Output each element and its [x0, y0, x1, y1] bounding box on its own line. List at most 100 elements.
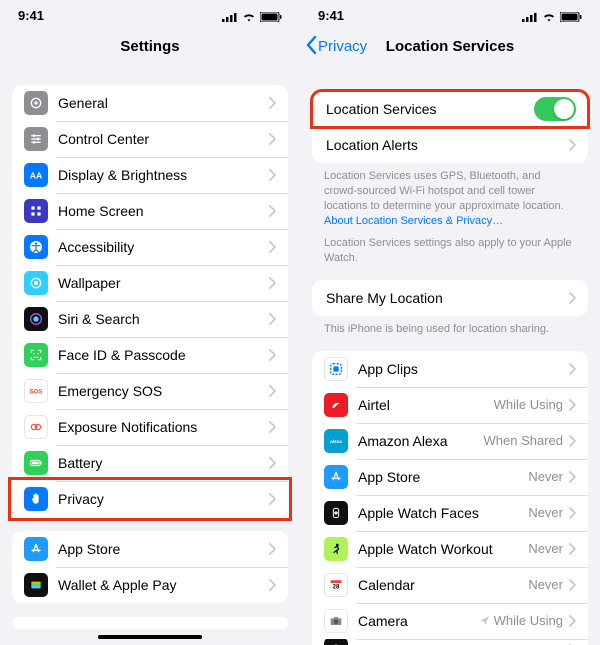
chevron-right-icon — [269, 579, 276, 591]
calendar-icon: 28 — [324, 573, 348, 597]
settings-row-privacy[interactable]: Privacy — [12, 481, 288, 517]
chevron-right-icon — [269, 97, 276, 109]
location-services-toggle[interactable] — [534, 97, 576, 121]
row-value: While Using — [494, 613, 563, 628]
page-title: Location Services — [386, 38, 514, 55]
settings-row-wallpaper[interactable]: Wallpaper — [12, 265, 288, 301]
chevron-right-icon — [269, 313, 276, 325]
app-row-apple-watch-faces[interactable]: Apple Watch Faces Never — [312, 495, 588, 531]
row-value: Never — [528, 469, 563, 484]
settings-row-emergency-sos[interactable]: SOS Emergency SOS — [12, 373, 288, 409]
clock-icon — [324, 639, 348, 645]
svg-text:alexa: alexa — [330, 439, 342, 444]
app-row-clock[interactable]: Clock Never — [312, 639, 588, 645]
settings-row-battery[interactable]: Battery — [12, 445, 288, 481]
home-indicator[interactable] — [98, 635, 202, 639]
row-label: Apple Watch Workout — [358, 541, 528, 557]
settings-row-app-store[interactable]: App Store — [12, 531, 288, 567]
location-note-2: Location Services settings also apply to… — [324, 236, 576, 266]
location-alerts-row[interactable]: Location Alerts — [312, 127, 588, 163]
app-row-amazon-alexa[interactable]: alexa Amazon Alexa When Shared — [312, 423, 588, 459]
row-label: Home Screen — [58, 203, 269, 219]
sos-icon: SOS — [24, 379, 48, 403]
row-label: Exposure Notifications — [58, 419, 269, 435]
row-label: Apple Watch Faces — [358, 505, 528, 521]
nav-bar: Privacy Location Services — [300, 27, 600, 67]
settings-row-exposure-notifications[interactable]: Exposure Notifications — [12, 409, 288, 445]
settings-group-store: App Store Wallet & Apple Pay — [12, 531, 288, 603]
chevron-right-icon — [269, 349, 276, 361]
home-icon — [24, 199, 48, 223]
chevron-left-icon — [306, 36, 317, 58]
location-content[interactable]: Location Services Location Alerts Locati… — [300, 67, 600, 645]
nav-bar: Settings — [0, 27, 300, 67]
row-value: Never — [528, 505, 563, 520]
svg-text:AA: AA — [30, 170, 43, 180]
battery-icon — [560, 8, 582, 23]
back-button[interactable]: Privacy — [306, 36, 367, 58]
chevron-right-icon — [269, 241, 276, 253]
settings-row-control-center[interactable]: Control Center — [12, 121, 288, 157]
settings-row-accessibility[interactable]: Accessibility — [12, 229, 288, 265]
settings-row-display-brightness[interactable]: AA Display & Brightness — [12, 157, 288, 193]
appstore-icon — [24, 537, 48, 561]
chevron-right-icon — [269, 543, 276, 555]
app-row-camera[interactable]: Camera While Using — [312, 603, 588, 639]
location-services-toggle-row[interactable]: Location Services — [312, 91, 588, 127]
about-location-link[interactable]: About Location Services & Privacy… — [324, 215, 503, 227]
watchfaces-icon — [324, 501, 348, 525]
wifi-icon — [542, 8, 556, 23]
airtel-icon — [324, 393, 348, 417]
row-value: While Using — [494, 397, 563, 412]
chevron-right-icon — [569, 363, 576, 375]
settings-row-home-screen[interactable]: Home Screen — [12, 193, 288, 229]
cellular-signal-icon — [222, 8, 238, 23]
alexa-icon: alexa — [324, 429, 348, 453]
display-icon: AA — [24, 163, 48, 187]
row-label: Accessibility — [58, 239, 269, 255]
row-label: Location Alerts — [326, 137, 569, 153]
app-row-app-store[interactable]: App Store Never — [312, 459, 588, 495]
location-services-screen: 9:41 Privacy Location Services Location … — [300, 0, 600, 645]
chevron-right-icon — [569, 471, 576, 483]
settings-row-general[interactable]: General — [12, 85, 288, 121]
row-label: App Store — [58, 541, 269, 557]
app-row-app-clips[interactable]: App Clips — [312, 351, 588, 387]
location-note-1: Location Services uses GPS, Bluetooth, a… — [324, 169, 576, 228]
settings-row-wallet-apple-pay[interactable]: Wallet & Apple Pay — [12, 567, 288, 603]
app-row-apple-watch-workout[interactable]: Apple Watch Workout Never — [312, 531, 588, 567]
chevron-right-icon — [269, 133, 276, 145]
location-alerts-group: Location Alerts — [312, 127, 588, 163]
row-label: Calendar — [358, 577, 528, 593]
settings-content[interactable]: General Control Center AA Display & Brig… — [0, 67, 300, 645]
chevron-right-icon — [569, 435, 576, 447]
cellular-signal-icon — [522, 8, 538, 23]
status-time: 9:41 — [18, 8, 44, 23]
chevron-right-icon — [269, 457, 276, 469]
row-label: App Store — [358, 469, 528, 485]
status-bar: 9:41 — [0, 0, 300, 27]
gear-icon — [24, 91, 48, 115]
row-value: Never — [528, 577, 563, 592]
row-label: Battery — [58, 455, 269, 471]
status-right — [522, 8, 582, 23]
chevron-right-icon — [569, 543, 576, 555]
settings-group-main: General Control Center AA Display & Brig… — [12, 85, 288, 517]
sliders-icon — [24, 127, 48, 151]
row-label: Display & Brightness — [58, 167, 269, 183]
wallet-icon — [24, 573, 48, 597]
row-label: General — [58, 95, 269, 111]
settings-group-partial — [12, 617, 288, 629]
chevron-right-icon — [569, 292, 576, 304]
accessibility-icon — [24, 235, 48, 259]
share-location-row[interactable]: Share My Location — [312, 280, 588, 316]
status-bar: 9:41 — [300, 0, 600, 27]
app-row-calendar[interactable]: 28 Calendar Never — [312, 567, 588, 603]
chevron-right-icon — [269, 169, 276, 181]
row-label: Emergency SOS — [58, 383, 269, 399]
row-label: Siri & Search — [58, 311, 269, 327]
app-row-airtel[interactable]: Airtel While Using — [312, 387, 588, 423]
settings-row-face-id-passcode[interactable]: Face ID & Passcode — [12, 337, 288, 373]
row-value: Never — [528, 541, 563, 556]
settings-row-siri-search[interactable]: Siri & Search — [12, 301, 288, 337]
